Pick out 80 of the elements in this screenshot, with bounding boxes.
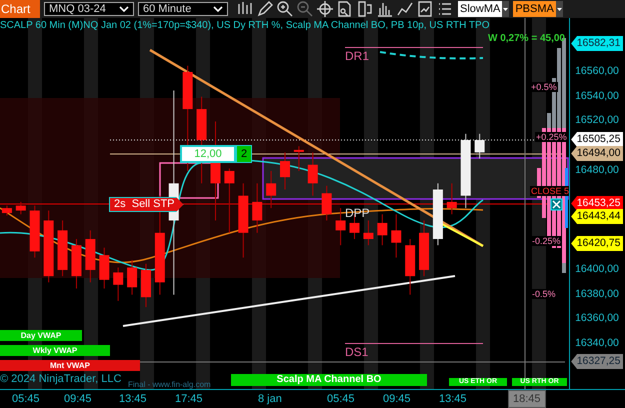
candle — [71, 238, 82, 290]
price-tag: 16494,00 — [571, 146, 624, 161]
candle — [85, 230, 96, 283]
candle — [294, 146, 304, 172]
zoom-in-icon[interactable] — [276, 0, 294, 18]
candle — [336, 208, 346, 246]
candle — [113, 266, 124, 302]
price-tag: 16505,25 — [571, 132, 624, 147]
time-label: 05:45 — [327, 393, 355, 405]
candle — [224, 168, 234, 234]
candle — [266, 170, 276, 209]
vendor-text: Final - www.fin-alg.com — [128, 380, 211, 389]
pivot-label: DR1 — [345, 47, 483, 63]
candle — [432, 182, 443, 246]
candle — [16, 201, 26, 215]
candle — [2, 205, 12, 216]
candle — [30, 205, 40, 258]
sell-stop-order-tag[interactable]: 2s Sell STP — [109, 197, 184, 212]
vwap-label: Wkly VWAP — [0, 345, 110, 356]
price-label: 16480,00 — [575, 164, 619, 176]
chevron-icon — [119, 6, 129, 12]
time-label: 09:45 — [383, 393, 411, 405]
price-label: 16400,00 — [575, 262, 619, 275]
pivot-label: DS1 — [345, 343, 483, 359]
time-label: 09:45 — [64, 393, 92, 405]
crosshair-icon[interactable] — [316, 0, 334, 18]
chart-title: SCALP 60 Min (M)NQ Jan 02 (1%=170p=$340), US Dy RTH %, Scalp MA Channel BO, PB 10p, US RTH TPO — [0, 20, 490, 31]
candle — [308, 152, 318, 196]
percent-label: -0.5% — [531, 289, 557, 299]
time-label: 17:45 — [175, 393, 203, 405]
indicator-button[interactable]: PBSMA — [513, 1, 563, 17]
candle — [140, 263, 151, 308]
price-tag: 16443,44 — [571, 209, 624, 224]
bar-type-icon[interactable] — [356, 0, 374, 18]
time-label: 05:45 — [12, 393, 40, 405]
pencil-icon[interactable] — [256, 0, 274, 18]
candle — [377, 214, 388, 246]
price-tag: 16582,31 — [571, 36, 624, 51]
indicator-button[interactable]: SlowMA — [458, 1, 510, 17]
cursor-time-label: 18:45 — [508, 390, 546, 408]
price-tag: 16327,25 — [571, 354, 624, 369]
candle — [280, 152, 290, 190]
candle — [363, 220, 374, 246]
close-icon — [550, 198, 562, 210]
candle — [419, 220, 430, 277]
candle — [252, 182, 262, 234]
vwap-label: Day VWAP — [0, 330, 82, 341]
candle — [322, 185, 332, 221]
price-tag: 16420,75 — [571, 236, 624, 251]
price-label: 16360,00 — [575, 312, 619, 324]
candle — [405, 238, 416, 296]
close-label: CLOSE 5 — [530, 186, 570, 196]
price-label: 16560,00 — [575, 64, 619, 77]
time-label: 13:45 — [439, 393, 467, 405]
session-label: Scalp MA Channel BO — [231, 374, 427, 386]
price-label: 16520,00 — [575, 114, 619, 126]
chart-document-icon[interactable] — [416, 0, 434, 18]
histogram-icon[interactable] — [376, 0, 394, 18]
line-chart-icon[interactable] — [396, 0, 414, 18]
candle — [446, 182, 457, 215]
candle — [127, 260, 138, 296]
order-quantity[interactable]: 2 — [236, 145, 252, 163]
price-label: 16380,00 — [575, 288, 619, 300]
candle — [474, 133, 485, 160]
time-label: 13:45 — [119, 393, 147, 405]
candle — [391, 214, 402, 258]
time-label: 8 jan — [258, 393, 282, 405]
instrument-dropdown[interactable]: MNQ 03-24 — [44, 2, 134, 16]
chevron-icon — [213, 6, 223, 12]
price-label: 16340,00 — [575, 337, 619, 350]
percent-label: -0.25% — [531, 236, 562, 246]
candle — [58, 220, 68, 277]
vwap-label: Mnt VWAP — [0, 360, 140, 371]
percent-label: +0.25% — [535, 132, 568, 142]
chart-tab[interactable]: Chart — [0, 0, 40, 18]
percent-label: +0.5% — [530, 82, 558, 92]
copyright-text: © 2024 NinjaTrader, LLC — [0, 373, 122, 385]
interval-dropdown[interactable]: 60 Minute — [138, 2, 228, 16]
price-label: 16540,00 — [575, 90, 619, 102]
candle — [99, 247, 110, 290]
